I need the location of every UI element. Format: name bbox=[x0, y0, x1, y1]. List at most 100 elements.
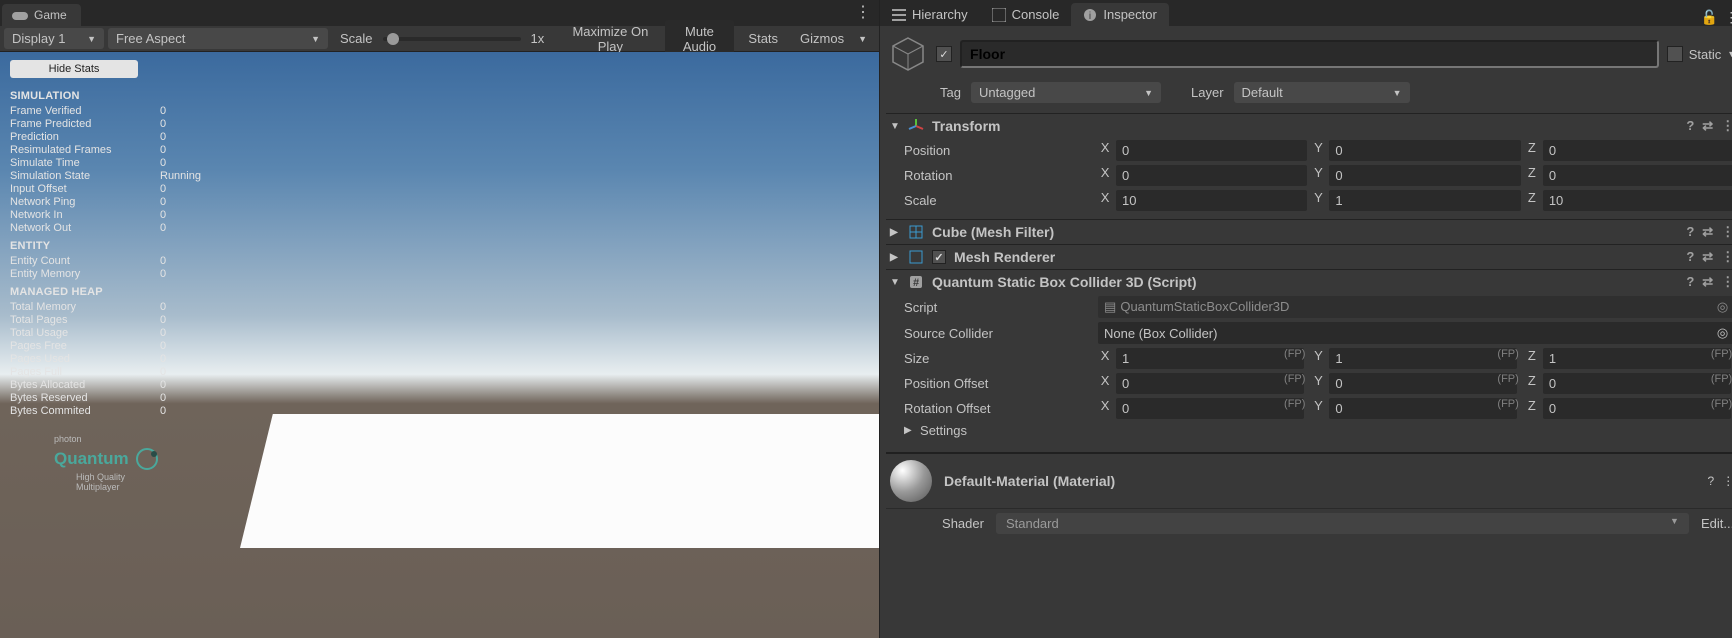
panel-menu-icon[interactable]: ⋮ bbox=[1724, 9, 1732, 26]
quantum-logo: photon Quantum High Quality Multiplayer bbox=[54, 435, 244, 493]
stats-section-heap: MANAGED HEAP bbox=[10, 286, 244, 298]
fold-icon[interactable]: ▼ bbox=[890, 277, 900, 288]
gizmos-dropdown[interactable]: Gizmos▼ bbox=[792, 28, 875, 49]
gameobject-name-input[interactable] bbox=[960, 40, 1659, 68]
help-icon[interactable]: ? bbox=[1708, 474, 1715, 488]
script-file-icon: ▤ bbox=[1104, 299, 1116, 315]
material-sphere-icon bbox=[890, 460, 932, 502]
stats-row: Pages Free0 bbox=[10, 339, 244, 352]
lock-icon[interactable]: 🔓 bbox=[1701, 9, 1718, 26]
display-dropdown[interactable]: Display 1▼ bbox=[4, 28, 104, 49]
object-picker-icon[interactable]: ◎ bbox=[1717, 299, 1728, 315]
stats-row: Bytes Commited0 bbox=[10, 404, 244, 417]
component-menu-icon[interactable]: ⋮ bbox=[1721, 249, 1732, 265]
stats-row: Entity Count0 bbox=[10, 254, 244, 267]
svg-text:#: # bbox=[913, 277, 919, 289]
position-x-input[interactable] bbox=[1116, 140, 1307, 161]
component-menu-icon[interactable]: ⋮ bbox=[1722, 474, 1732, 488]
size-y-input[interactable] bbox=[1329, 348, 1517, 369]
stats-section-simulation: SIMULATION bbox=[10, 90, 244, 102]
static-dropdown-icon[interactable]: ▼ bbox=[1727, 49, 1732, 59]
display-dropdown-label: Display 1 bbox=[12, 31, 65, 46]
mesh-renderer-title: Mesh Renderer bbox=[954, 249, 1678, 265]
stats-row: Prediction0 bbox=[10, 130, 244, 143]
stats-row: Bytes Reserved0 bbox=[10, 391, 244, 404]
fold-icon[interactable]: ▶ bbox=[904, 425, 916, 436]
posoff-y-input[interactable] bbox=[1329, 373, 1517, 394]
scale-x-input[interactable] bbox=[1116, 190, 1307, 211]
preset-icon[interactable]: ⇄ bbox=[1702, 224, 1713, 240]
settings-label[interactable]: Settings bbox=[920, 423, 1110, 438]
fold-icon[interactable]: ▶ bbox=[890, 227, 900, 238]
preset-icon[interactable]: ⇄ bbox=[1702, 249, 1713, 265]
gameobject-active-checkbox[interactable] bbox=[936, 46, 952, 62]
rotation-y-input[interactable] bbox=[1329, 165, 1520, 186]
scale-y-input[interactable] bbox=[1329, 190, 1520, 211]
help-icon[interactable]: ? bbox=[1686, 274, 1694, 290]
rotation-z-input[interactable] bbox=[1543, 165, 1732, 186]
rotation-label: Rotation bbox=[904, 168, 1094, 183]
gizmos-label: Gizmos bbox=[800, 31, 844, 46]
position-y-input[interactable] bbox=[1329, 140, 1520, 161]
preset-icon[interactable]: ⇄ bbox=[1702, 118, 1713, 134]
scale-z-input[interactable] bbox=[1543, 190, 1732, 211]
posoff-x-input[interactable] bbox=[1116, 373, 1304, 394]
preset-icon[interactable]: ⇄ bbox=[1702, 274, 1713, 290]
component-menu-icon[interactable]: ⋮ bbox=[1721, 224, 1732, 240]
static-label: Static bbox=[1689, 47, 1722, 62]
rotoff-z-input[interactable] bbox=[1543, 398, 1731, 419]
aspect-dropdown[interactable]: Free Aspect▼ bbox=[108, 28, 328, 49]
size-x-input[interactable] bbox=[1116, 348, 1304, 369]
position-z-input[interactable] bbox=[1543, 140, 1732, 161]
size-z-input[interactable] bbox=[1543, 348, 1731, 369]
game-tab-bar: Game ⋮ bbox=[0, 0, 879, 26]
rotoff-y-input[interactable] bbox=[1329, 398, 1517, 419]
help-icon[interactable]: ? bbox=[1686, 224, 1694, 240]
script-label: Script bbox=[904, 300, 1094, 315]
source-collider-field[interactable]: None (Box Collider)◎ bbox=[1098, 322, 1732, 344]
tab-game[interactable]: Game bbox=[2, 4, 81, 26]
script-field[interactable]: ▤QuantumStaticBoxCollider3D◎ bbox=[1098, 296, 1732, 318]
mesh-filter-icon bbox=[908, 224, 924, 240]
shader-edit-button[interactable]: Edit... bbox=[1701, 516, 1732, 531]
rotation-x-input[interactable] bbox=[1116, 165, 1307, 186]
source-collider-label: Source Collider bbox=[904, 326, 1094, 341]
shader-dropdown[interactable]: Standard▼ bbox=[996, 513, 1689, 534]
stats-row: Total Pages0 bbox=[10, 313, 244, 326]
rotoff-x-input[interactable] bbox=[1116, 398, 1304, 419]
tab-console[interactable]: Console bbox=[980, 3, 1072, 26]
scale-slider[interactable] bbox=[383, 37, 521, 41]
aspect-dropdown-label: Free Aspect bbox=[116, 31, 185, 46]
hide-stats-button[interactable]: Hide Stats bbox=[10, 60, 138, 78]
mesh-renderer-icon bbox=[908, 249, 924, 265]
fold-icon[interactable]: ▶ bbox=[890, 252, 900, 263]
mesh-renderer-enabled-checkbox[interactable] bbox=[932, 250, 946, 264]
tab-hierarchy-label: Hierarchy bbox=[912, 7, 968, 22]
stats-row: Simulation StateRunning bbox=[10, 169, 244, 182]
stats-row: Simulate Time0 bbox=[10, 156, 244, 169]
rendered-floor bbox=[240, 414, 879, 548]
game-tab-menu-icon[interactable]: ⋮ bbox=[847, 2, 879, 26]
game-viewport: Hide Stats SIMULATION Frame Verified0 Fr… bbox=[0, 52, 879, 638]
material-title: Default-Material (Material) bbox=[944, 473, 1695, 489]
help-icon[interactable]: ? bbox=[1686, 118, 1694, 134]
stats-row: Frame Predicted0 bbox=[10, 117, 244, 130]
stats-row: Frame Verified0 bbox=[10, 104, 244, 117]
static-checkbox[interactable] bbox=[1667, 46, 1683, 62]
stats-button[interactable]: Stats bbox=[738, 27, 788, 50]
layer-dropdown[interactable]: Default▼ bbox=[1234, 82, 1410, 103]
posoff-z-input[interactable] bbox=[1543, 373, 1731, 394]
layer-label: Layer bbox=[1191, 85, 1224, 100]
tab-hierarchy[interactable]: Hierarchy bbox=[880, 3, 980, 26]
tab-inspector[interactable]: i Inspector bbox=[1071, 3, 1168, 26]
script-icon: # bbox=[908, 274, 924, 290]
gameobject-cube-icon bbox=[888, 34, 928, 74]
mesh-filter-title: Cube (Mesh Filter) bbox=[932, 224, 1678, 240]
help-icon[interactable]: ? bbox=[1686, 249, 1694, 265]
stats-row: Network In0 bbox=[10, 208, 244, 221]
component-menu-icon[interactable]: ⋮ bbox=[1721, 118, 1732, 134]
component-menu-icon[interactable]: ⋮ bbox=[1721, 274, 1732, 290]
object-picker-icon[interactable]: ◎ bbox=[1717, 325, 1728, 341]
fold-icon[interactable]: ▼ bbox=[890, 121, 900, 132]
tag-dropdown[interactable]: Untagged▼ bbox=[971, 82, 1161, 103]
